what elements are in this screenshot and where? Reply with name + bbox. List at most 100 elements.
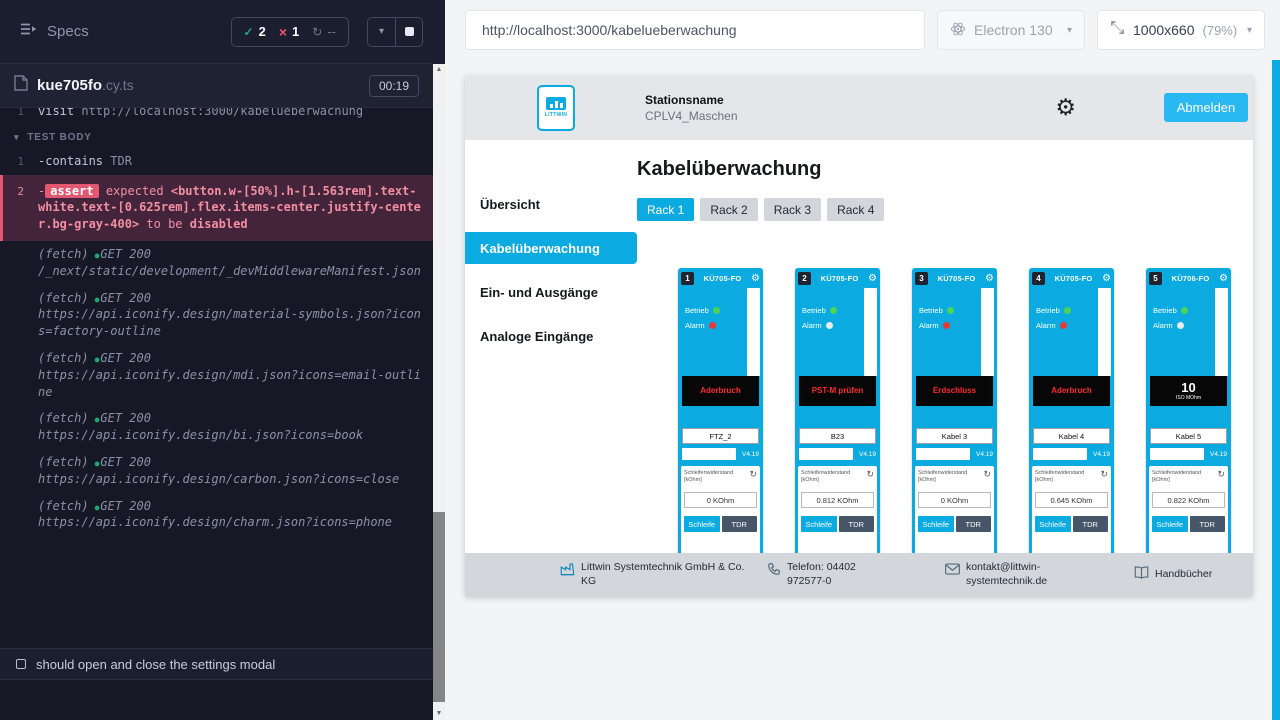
alarm-label: Alarm [1036, 321, 1056, 330]
tdr-button[interactable]: TDR [722, 516, 758, 532]
alarm-led [709, 322, 716, 329]
schleife-button[interactable]: Schleife [684, 516, 720, 532]
phone-icon [767, 562, 781, 581]
littwin-logo-icon [546, 97, 566, 110]
footer-email[interactable]: kontakt@littwin-systemtechnik.de [945, 561, 1078, 587]
logout-button[interactable]: Abmelden [1164, 93, 1248, 122]
next-test-row[interactable]: should open and close the settings modal [0, 648, 433, 680]
specs-label[interactable]: Specs [47, 23, 89, 40]
email-address: kontakt@littwin-systemtechnik.de [966, 561, 1078, 587]
card-settings-icon[interactable]: ⚙ [751, 274, 760, 284]
rack-tabs: Rack 1 Rack 2 Rack 3 Rack 4 [637, 198, 1253, 221]
url-input[interactable] [482, 22, 908, 38]
tab-rack-4[interactable]: Rack 4 [827, 198, 884, 221]
schleife-button[interactable]: Schleife [801, 516, 837, 532]
fetch-url: https://api.iconify.design/bi.json?icons… [38, 427, 421, 444]
refresh-icon[interactable]: ↻ [1217, 470, 1225, 479]
log-fetch-entry[interactable]: (fetch)●GET 200https://api.iconify.desig… [0, 493, 433, 537]
stop-run-button[interactable] [395, 18, 422, 46]
chevron-down-icon: ▾ [1247, 25, 1252, 36]
preview-toolbar: Electron 130 ▾ 1000x660 (79%) ▾ [445, 0, 1280, 50]
refresh-icon[interactable]: ↻ [866, 470, 874, 479]
success-dot-icon: ● [95, 415, 100, 424]
log-fetch-entry[interactable]: (fetch)●GET 200https://api.iconify.desig… [0, 285, 433, 345]
betrieb-label: Betrieb [685, 306, 709, 315]
footer-manuals[interactable]: Handbücher [1134, 565, 1212, 584]
log-assert-failed[interactable]: 2 -assert expected <button.w-[50%].h-[1.… [0, 175, 433, 241]
scrollbar-thumb[interactable] [433, 512, 445, 702]
littwin-logo-text: LITTWIN [545, 112, 567, 118]
page-title: Kabelüberwachung [637, 158, 1253, 181]
reporter-scrollbar[interactable]: ▲ ▼ [433, 0, 445, 720]
tdr-button[interactable]: TDR [1073, 516, 1109, 532]
url-bar[interactable] [465, 10, 925, 50]
card-settings-icon[interactable]: ⚙ [868, 274, 877, 284]
log-fetch-entry[interactable]: (fetch)●GET 200/_next/static/development… [0, 241, 433, 285]
browser-select[interactable]: Electron 130 ▾ [937, 10, 1085, 50]
refresh-icon[interactable]: ↻ [749, 470, 757, 479]
schleife-button[interactable]: Schleife [918, 516, 954, 532]
viewport-select[interactable]: 1000x660 (79%) ▾ [1097, 10, 1265, 50]
device-card: 2KÜ705-FO⚙ Betrieb Alarm PST-M prüfen B2… [795, 268, 880, 580]
log-fetch-entry[interactable]: (fetch)●GET 200https://api.iconify.desig… [0, 449, 433, 493]
settings-gear-icon[interactable]: ⚙ [1055, 96, 1076, 119]
specs-menu-icon[interactable] [20, 22, 37, 41]
sidebar-item-kabelueberwachung[interactable]: Kabelüberwachung [465, 232, 637, 264]
tdr-button[interactable]: TDR [839, 516, 875, 532]
refresh-icon[interactable]: ↻ [983, 470, 991, 479]
alarm-label: Alarm [919, 321, 939, 330]
sidebar-item-ein-und-ausgaenge[interactable]: Ein- und Ausgänge [465, 276, 637, 308]
tab-rack-1[interactable]: Rack 1 [637, 198, 694, 221]
log-fetch-entry[interactable]: (fetch)●GET 200https://api.iconify.desig… [0, 405, 433, 449]
app-scrollbar[interactable] [1272, 60, 1280, 720]
fetch-url: https://api.iconify.design/material-symb… [38, 306, 421, 340]
scroll-up-icon[interactable]: ▲ [433, 64, 445, 76]
browser-preview: Electron 130 ▾ 1000x660 (79%) ▾ LITTWIN … [445, 0, 1280, 720]
schleife-button[interactable]: Schleife [1152, 516, 1188, 532]
alarm-led [1177, 322, 1184, 329]
firmware-version: V4.19 [970, 451, 993, 458]
spec-header[interactable]: kue705fo.cy.ts 00:19 [0, 64, 433, 108]
collapse-chevron-icon[interactable]: ▾ [368, 18, 395, 46]
status-display: Aderbruch [1033, 376, 1110, 406]
sidebar-item-analoge-eingaenge[interactable]: Analoge Eingänge [465, 320, 637, 352]
card-number: 3 [915, 272, 928, 285]
card-settings-icon[interactable]: ⚙ [1102, 274, 1111, 284]
fetch-label: (fetch) [38, 247, 89, 261]
status-big: 10 [1181, 381, 1195, 396]
alarm-led [943, 322, 950, 329]
scrollbar-track[interactable]: ▲ ▼ [433, 64, 445, 720]
fetch-label: (fetch) [38, 291, 89, 305]
test-body-section[interactable]: ▾ TEST BODY [0, 123, 433, 150]
tab-rack-2[interactable]: Rack 2 [700, 198, 757, 221]
station-info: Stationsname CPLV4_Maschen [645, 93, 738, 123]
cable-name: FTZ_2 [682, 428, 759, 444]
log-fetch-entry[interactable]: (fetch)●GET 200https://api.iconify.desig… [0, 345, 433, 405]
resistance-label: Schleifenwiderstand [kOhm] [918, 470, 983, 483]
status-text: Aderbruch [1051, 386, 1091, 395]
viewport-zoom: (79%) [1203, 23, 1238, 38]
aut-frame: LITTWIN Stationsname CPLV4_Maschen ⚙ Abm… [465, 75, 1253, 596]
spec-extension: .cy.ts [102, 77, 134, 93]
tab-rack-3[interactable]: Rack 3 [764, 198, 821, 221]
scroll-down-icon[interactable]: ▼ [433, 708, 445, 720]
footer-phone[interactable]: Telefon: 04402 972577-0 [767, 561, 897, 587]
reporter-header: Specs ✓ 2 × 1 ↻ -- ▾ [0, 0, 433, 64]
sidebar-item-uebersicht[interactable]: Übersicht [465, 188, 637, 220]
tdr-button[interactable]: TDR [956, 516, 992, 532]
main-content: Kabelüberwachung Rack 1 Rack 2 Rack 3 Ra… [637, 140, 1253, 596]
cable-name: Kabel 3 [916, 428, 993, 444]
schleife-button[interactable]: Schleife [1035, 516, 1071, 532]
log-contains-command[interactable]: 1 -contains TDR [0, 150, 433, 173]
refresh-icon[interactable]: ↻ [1100, 470, 1108, 479]
firmware-version: V4.19 [1204, 451, 1227, 458]
card-settings-icon[interactable]: ⚙ [1219, 274, 1228, 284]
firmware-version: V4.19 [1087, 451, 1110, 458]
log-visit-command[interactable]: 1 visit http://localhost:3000/kabelueber… [0, 108, 433, 123]
alarm-label: Alarm [1153, 321, 1173, 330]
card-model: KÜ705-FO [697, 274, 748, 283]
fetch-url: https://api.iconify.design/charm.json?ic… [38, 514, 421, 531]
stat-pending: ↻ -- [312, 24, 336, 39]
tdr-button[interactable]: TDR [1190, 516, 1226, 532]
card-settings-icon[interactable]: ⚙ [985, 274, 994, 284]
